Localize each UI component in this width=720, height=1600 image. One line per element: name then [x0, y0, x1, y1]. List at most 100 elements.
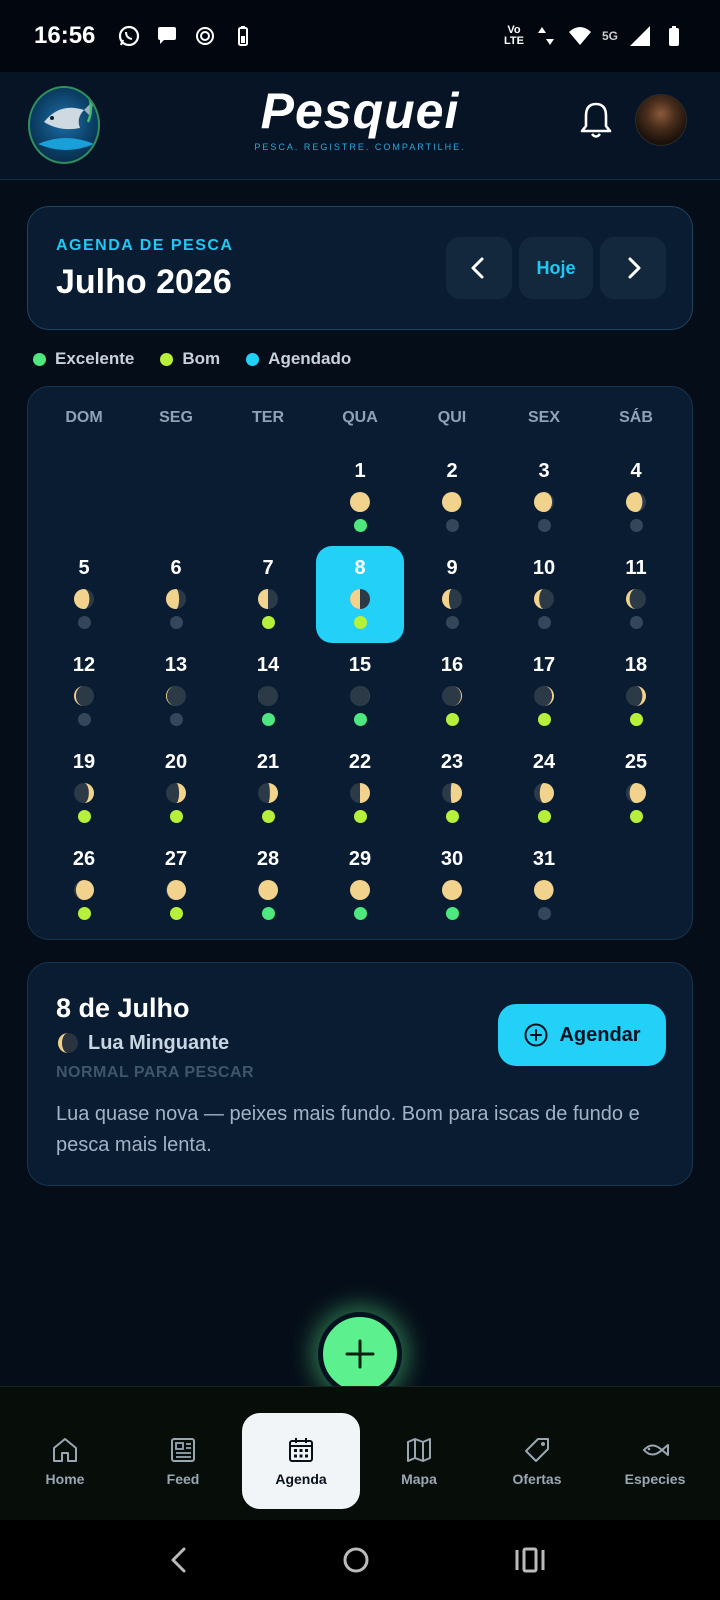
- selected-day-cell[interactable]: 8: [316, 546, 404, 643]
- fishing-indicator-bom: [353, 616, 367, 629]
- day-cell[interactable]: 21: [222, 740, 314, 837]
- moon-phase-icon: [258, 783, 278, 803]
- day-cell[interactable]: 5: [38, 546, 130, 643]
- day-cell[interactable]: 6: [130, 546, 222, 643]
- nav-feed[interactable]: Feed: [124, 1413, 242, 1509]
- day-cell[interactable]: 9: [406, 546, 498, 643]
- day-number: 31: [532, 848, 556, 870]
- moon-phase-name: Lua Minguante: [88, 1031, 230, 1054]
- day-cell[interactable]: 27: [130, 837, 222, 934]
- day-cell[interactable]: 11: [590, 546, 682, 643]
- day-cell[interactable]: 18: [590, 643, 682, 740]
- day-cell[interactable]: 23: [406, 740, 498, 837]
- fishing-indicator-none: [629, 616, 643, 629]
- day-number: 3: [538, 460, 550, 482]
- today-button[interactable]: Hoje: [519, 237, 593, 299]
- fishing-indicator-bom: [445, 810, 459, 823]
- day-cell[interactable]: 24: [498, 740, 590, 837]
- battery-saver-icon: [238, 26, 249, 46]
- day-cell[interactable]: 25: [590, 740, 682, 837]
- fishing-quality: NORMAL PARA PESCAR: [56, 1064, 255, 1081]
- weekday-header: QUI: [437, 409, 467, 426]
- network-type: 5G: [601, 29, 618, 43]
- moon-phase-icon: [534, 589, 554, 609]
- day-number: 6: [170, 557, 182, 579]
- nav-especies[interactable]: Especies: [596, 1413, 714, 1509]
- day-number: 8: [354, 557, 366, 579]
- volte-bottom: LTE: [504, 35, 524, 47]
- calendar-icon: [289, 1438, 313, 1462]
- day-detail-card: 8 de Julho Lua Minguante NORMAL PARA PES…: [27, 962, 693, 1186]
- moon-phase-icon: [258, 589, 278, 609]
- fishing-indicator-none: [537, 616, 551, 629]
- day-cell[interactable]: 13: [130, 643, 222, 740]
- day-cell[interactable]: 10: [498, 546, 590, 643]
- day-cell[interactable]: 16: [406, 643, 498, 740]
- nav-home[interactable]: Home: [6, 1413, 124, 1509]
- moon-phase-icon: [166, 783, 186, 803]
- weekday-header: SÁB: [619, 409, 653, 426]
- fishing-indicator-none: [77, 713, 91, 726]
- nav-ofertas[interactable]: Ofertas: [478, 1413, 596, 1509]
- day-description: Lua quase nova — peixes mais fundo. Bom …: [56, 1103, 640, 1156]
- calendar: DOM SEG TER QUA QUI SEX SÁB 1 2 3 4 5 6 7 8 9 10 11 12 13 14…: [27, 386, 693, 940]
- detail-date: 8 de Julho: [56, 993, 190, 1023]
- moon-phase-icon: [350, 686, 370, 706]
- user-avatar[interactable]: [635, 94, 687, 146]
- nav-mapa[interactable]: Mapa: [360, 1413, 478, 1509]
- day-cell[interactable]: 15: [314, 643, 406, 740]
- day-cell[interactable]: 17: [498, 643, 590, 740]
- nav-agenda[interactable]: Agenda: [242, 1413, 360, 1509]
- legend-excelente: Excelente: [33, 349, 134, 369]
- fishing-indicator-bom: [445, 713, 459, 726]
- schedule-button[interactable]: Agendar: [498, 1004, 666, 1066]
- fishing-indicator-bom: [353, 810, 367, 823]
- day-cell[interactable]: 29: [314, 837, 406, 934]
- day-cell[interactable]: 1: [314, 449, 406, 546]
- recents-icon[interactable]: [512, 1542, 548, 1578]
- moon-phase-icon: [626, 783, 646, 803]
- status-time: 16:56: [34, 22, 96, 49]
- fishing-indicator-bom: [77, 907, 91, 920]
- notifications-bell-icon[interactable]: [578, 100, 614, 140]
- day-cell[interactable]: 14: [222, 643, 314, 740]
- fishing-indicator-bom: [169, 810, 183, 823]
- legend-bom: Bom: [160, 349, 220, 369]
- day-cell[interactable]: 22: [314, 740, 406, 837]
- fishing-indicator-excelente: [353, 907, 367, 920]
- schedule-label: Agendar: [559, 1023, 641, 1046]
- weekday-header: SEX: [527, 409, 560, 426]
- next-month-button[interactable]: [600, 237, 666, 299]
- system-icons: Vo LTE 5G: [504, 24, 686, 48]
- moon-phase-icon: [626, 492, 646, 512]
- day-cell[interactable]: 26: [38, 837, 130, 934]
- day-cell[interactable]: 30: [406, 837, 498, 934]
- legend-dot: [246, 352, 260, 366]
- day-cell[interactable]: 7: [222, 546, 314, 643]
- legend-dot: [33, 352, 46, 366]
- fishing-indicator-none: [445, 616, 459, 629]
- nav-label: Mapa: [401, 1471, 437, 1487]
- moon-phase-icon: [166, 686, 186, 706]
- notification-icons: [117, 24, 255, 48]
- day-cell[interactable]: 12: [38, 643, 130, 740]
- volte-indicator: Vo LTE: [504, 25, 524, 47]
- moon-phase-icon: [442, 492, 462, 512]
- day-cell[interactable]: 3: [498, 449, 590, 546]
- day-cell[interactable]: 4: [590, 449, 682, 546]
- moon-phase-icon: [534, 492, 554, 512]
- add-catch-fab[interactable]: [318, 1312, 402, 1396]
- day-cell[interactable]: 28: [222, 837, 314, 934]
- moon-phase-icon: [166, 589, 186, 609]
- day-cell[interactable]: 20: [130, 740, 222, 837]
- home-icon: [53, 1438, 77, 1462]
- day-number: 1: [354, 460, 366, 482]
- day-cell[interactable]: 31: [498, 837, 590, 934]
- calendar-legend: Excelente Bom Agendado: [33, 349, 351, 369]
- day-cell[interactable]: 19: [38, 740, 130, 837]
- back-icon[interactable]: [162, 1542, 198, 1578]
- previous-month-button[interactable]: [446, 237, 512, 299]
- fishing-indicator-excelente: [353, 519, 367, 532]
- home-circle-icon[interactable]: [338, 1542, 374, 1578]
- day-cell[interactable]: 2: [406, 449, 498, 546]
